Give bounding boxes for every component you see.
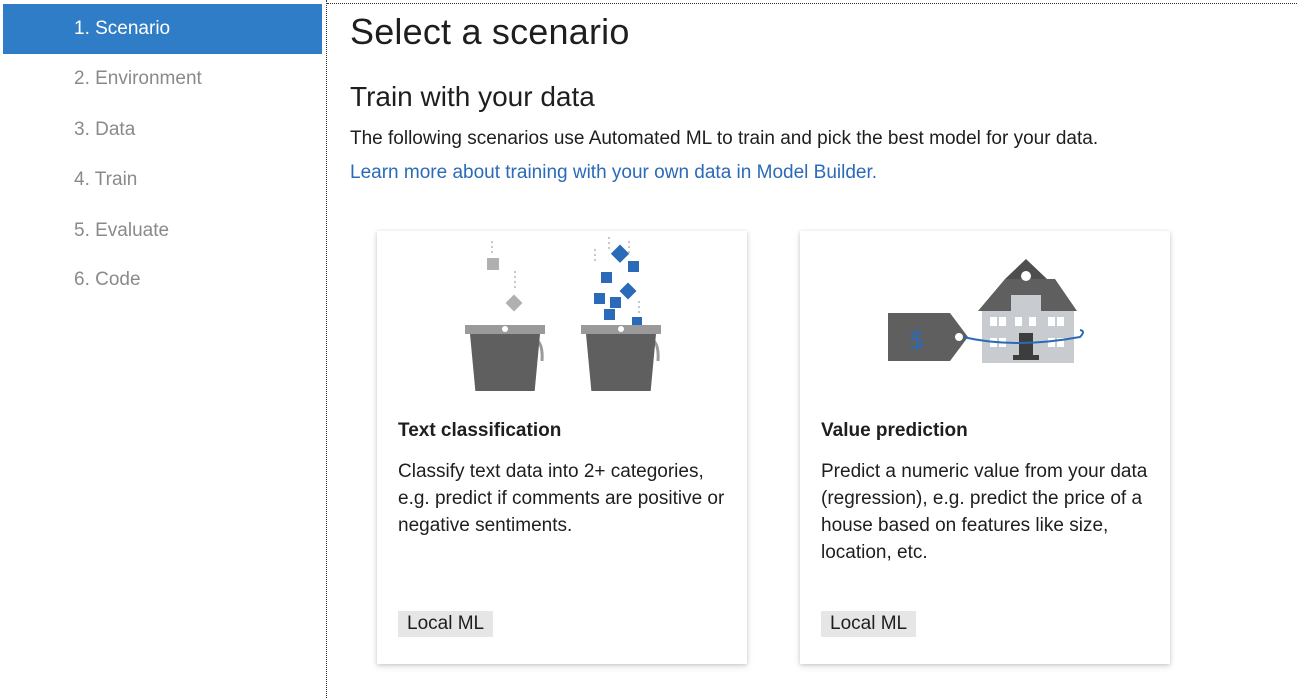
step-data[interactable]: 3. Data [3,105,322,155]
step-environment[interactable]: 2. Environment [3,54,322,104]
scenario-card-value-prediction[interactable]: $ Value prediction Predict a numeric val… [800,231,1170,664]
header-divider [327,3,1297,4]
card-description: Predict a numeric value from your data (… [821,461,1148,563]
card-title: Text classification [398,420,562,441]
wizard-sidebar: 1. Scenario 2. Environment 3. Data 4. Tr… [0,0,326,698]
card-title: Value prediction [821,420,968,441]
section-title: Train with your data [350,81,595,112]
house-price-icon: $ [888,259,1084,363]
buckets-icon [465,237,661,391]
scenario-card-text-classification[interactable]: Text classification Classify text data i… [377,231,747,664]
step-scenario[interactable]: 1. Scenario [3,4,322,54]
page-title: Select a scenario [350,11,630,52]
sidebar-divider [326,0,327,698]
step-code[interactable]: 6. Code [3,255,322,305]
local-ml-badge: Local ML [398,611,494,637]
local-ml-badge: Local ML [821,611,917,637]
step-train[interactable]: 4. Train [3,155,322,205]
card-description: Classify text data into 2+ categories, e… [398,461,725,536]
section-description: The following scenarios use Automated ML… [350,128,1099,149]
price-tag-symbol: $ [909,325,926,355]
learn-more-link[interactable]: Learn more about training with your own … [350,162,877,184]
step-evaluate[interactable]: 5. Evaluate [3,206,322,256]
